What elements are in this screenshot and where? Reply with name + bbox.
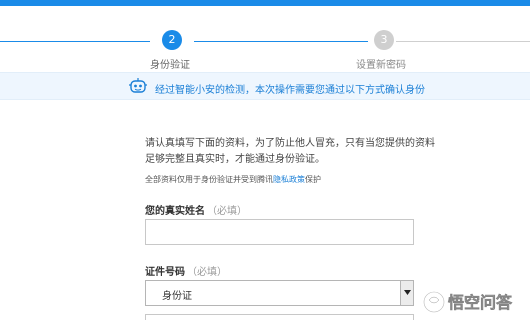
real-name-required-hint: （必填） [207, 206, 247, 217]
id-number-required-hint: （必填） [187, 267, 227, 278]
notice-text: 经过智能小安的检测，本次操作需要您通过以下方式确认身份 [155, 85, 425, 96]
id-type-selected-value: 身份证 [162, 291, 192, 302]
id-number-label: 证件号码 （必填） [145, 263, 227, 278]
id-number-input[interactable] [145, 314, 414, 320]
wukong-watermark: 悟空问答 [423, 291, 513, 313]
verification-notice: 经过智能小安的检测，本次操作需要您通过以下方式确认身份 [0, 72, 530, 100]
robot-icon [129, 78, 147, 93]
chevron-down-icon [404, 290, 411, 295]
id-number-label-text: 证件号码 [145, 267, 185, 278]
progress-steps: 2 身份验证 3 设置新密码 [0, 6, 530, 72]
step-3-circle: 3 [374, 30, 394, 50]
watermark-text: 悟空问答 [448, 293, 513, 312]
step-2-label: 身份验证 [150, 60, 190, 71]
step-2-circle: 2 [162, 30, 182, 50]
real-name-input[interactable] [145, 219, 414, 245]
privacy-note: 全部资料仅用于身份验证并受到腾讯隐私政策保护 [145, 174, 321, 185]
privacy-policy-link[interactable]: 隐私政策 [273, 175, 305, 184]
progress-line-pending [396, 41, 530, 42]
privacy-note-suffix: 保护 [305, 175, 321, 184]
real-name-label-text: 您的真实姓名 [145, 206, 205, 217]
progress-line-active [194, 41, 368, 42]
id-type-dropdown-button[interactable] [400, 281, 413, 305]
step-3-label: 设置新密码 [356, 60, 406, 71]
progress-line-completed [0, 41, 150, 42]
id-type-select[interactable]: 身份证 [145, 280, 414, 306]
privacy-note-prefix: 全部资料仅用于身份验证并受到腾讯 [145, 175, 273, 184]
real-name-label: 您的真实姓名 （必填） [145, 202, 247, 217]
intro-text: 请认真填写下面的资料，为了防止他人冒充，只有当您提供的资料足够完整且真实时，才能… [145, 138, 435, 165]
